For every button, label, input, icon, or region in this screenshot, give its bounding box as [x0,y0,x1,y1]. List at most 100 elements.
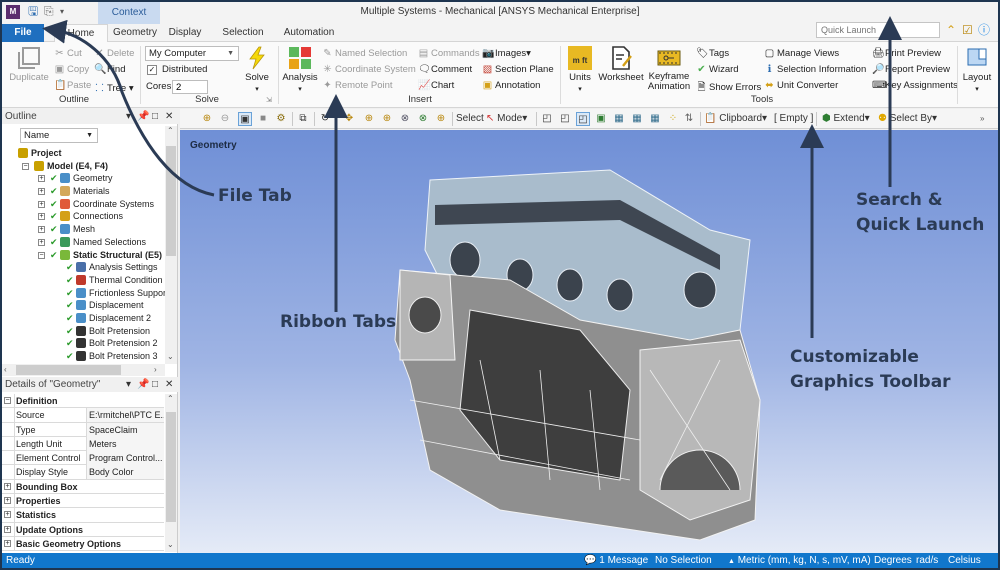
details-section-header[interactable]: + Properties [2,494,164,509]
select-element-face-icon[interactable]: ▦ [630,112,644,126]
section-plane-button[interactable]: ▧ Section Plane [482,64,554,75]
tree-item[interactable]: ✔ Analysis Settings [2,261,164,274]
expand-icon[interactable]: + [38,175,45,183]
tab-home[interactable]: Home [54,24,108,42]
tree-item[interactable]: + ✔ Mesh [2,223,164,236]
find-button[interactable]: 🔍Find [94,64,125,75]
scroll-right-icon[interactable]: › [154,365,157,374]
details-property-value[interactable]: SpaceClaim [86,422,164,437]
tree-item[interactable]: − Model (E4, F4) [2,160,164,173]
close-icon[interactable]: ✕ [165,109,173,124]
panel-menu-icon[interactable]: ▾ [126,377,131,392]
select-element-icon[interactable]: ▦ [648,112,662,126]
select-edge-icon[interactable]: ◰ [558,112,572,126]
solve-dialog-launcher-icon[interactable]: ⇲ [266,96,272,104]
details-property-row[interactable]: Source E:\rmitchel\PTC E... [2,408,164,423]
tree-item[interactable]: ✔ Bolt Pretension 3 [2,350,164,363]
expand-icon[interactable]: + [4,511,11,519]
close-icon[interactable]: ✕ [165,377,173,392]
toolbar-overflow-icon[interactable]: » [980,112,984,126]
named-selection-button[interactable]: ✎ Named Selection [322,48,407,59]
scrollbar-thumb[interactable] [166,412,176,522]
select-mode-dropdown[interactable]: ↖ Mode▾ [486,112,527,126]
commands-button[interactable]: ▤ Commands [418,48,480,59]
rotate-icon[interactable]: ↻ [318,112,332,126]
print-preview-button[interactable]: 🖨Print Preview [872,48,941,59]
tab-geometry[interactable]: Geometry [108,24,162,42]
expand-icon[interactable]: + [4,497,11,505]
details-property-value[interactable]: Program Control... [86,451,164,466]
tree-button[interactable]: ⸬ Tree ▾ [94,80,133,94]
angle-unit-button[interactable]: Degrees [874,553,912,568]
details-section-header[interactable]: + Update Options [2,522,164,537]
tree-item[interactable]: ✔ Bolt Pretension [2,325,164,338]
select-vertex-icon[interactable]: ◰ [540,112,554,126]
box-select-icon[interactable]: ⧉ [296,112,310,126]
units-button[interactable]: m ft Units ▾ [564,46,596,94]
duplicate-button[interactable]: Duplicate [6,46,52,83]
tab-automation[interactable]: Automation [278,24,340,42]
wireframe-display-icon[interactable]: ■ [256,112,270,126]
scroll-up-icon[interactable]: ⌃ [167,126,174,135]
fit-icon[interactable]: ⊕ [434,112,448,126]
tree-item[interactable]: ✔ Bolt Pretension 2 [2,337,164,350]
details-section-header[interactable]: + Statistics [2,508,164,523]
collapse-icon[interactable]: − [22,162,29,170]
zoom-to-fit-icon[interactable]: ⊕ [200,112,214,126]
expand-icon[interactable]: + [38,200,45,208]
shaded-display-icon[interactable]: ▣ [238,112,252,126]
layout-button[interactable]: Layout ▾ [960,46,994,94]
sort-icon[interactable]: ⇅ [682,112,696,126]
tab-file[interactable]: File [2,24,44,42]
details-section-header[interactable]: + Bounding Box [2,479,164,495]
scrollbar-thumb[interactable] [16,365,121,375]
collapse-icon[interactable]: − [4,397,11,404]
rotational-velocity-unit-button[interactable]: rad/s [916,553,938,568]
scrollbar-thumb[interactable] [166,146,176,256]
quick-launch-input[interactable] [816,22,940,38]
help-icon[interactable]: ⓘ [978,23,990,37]
expand-icon[interactable]: + [4,539,11,547]
expand-icon[interactable]: + [38,238,45,246]
selection-information-button[interactable]: ℹ Selection Information [764,64,867,75]
tree-item[interactable]: + ✔ Named Selections [2,236,164,249]
pin-icon[interactable]: 📌 [137,377,149,392]
details-section-header[interactable]: + Basic Geometry Options [2,536,164,552]
expand-icon[interactable]: + [38,188,45,196]
pan-icon[interactable]: ✥ [342,112,356,126]
wizard-button[interactable]: ✔ Wizard [696,64,738,75]
select-node-icon[interactable]: ▦ [612,112,626,126]
tree-item[interactable]: ✔ Displacement 2 [2,312,164,325]
select-point-icon[interactable]: ⁘ [666,112,680,126]
keyframe-animation-button[interactable]: Keyframe Animation [646,46,692,92]
scroll-left-icon[interactable]: ‹ [4,365,7,374]
chart-button[interactable]: 📈Chart [418,80,454,91]
zoom-selection-icon[interactable]: ⊗ [416,112,430,126]
details-property-row[interactable]: Type SpaceClaim [2,422,164,437]
comment-button[interactable]: 🗨Comment [418,64,472,75]
select-body-icon[interactable]: ▣ [594,112,608,126]
extend-dropdown[interactable]: ⬢ Extend▾ [822,112,870,126]
expand-icon[interactable]: + [4,482,11,490]
cut-button[interactable]: ✂ Cut [54,48,82,59]
scroll-up-icon[interactable]: ⌃ [167,394,174,403]
notes-icon[interactable]: ☑ [962,23,973,37]
remote-point-button[interactable]: ✦ Remote Point [322,80,392,91]
tab-selection[interactable]: Selection [214,24,272,42]
tree-item[interactable]: + ✔ Geometry [2,172,164,185]
tab-display[interactable]: Display [162,24,208,42]
unit-system-button[interactable]: ▲ Metric (mm, kg, N, s, mV, mA) [728,553,871,568]
copy-button[interactable]: ▣ Copy [54,64,89,75]
graphics-viewport[interactable]: Geometry File Tab Ribbon Tabs Search & Q… [180,130,998,553]
solve-target-dropdown[interactable]: My Computer ▼ [145,46,239,61]
annotation-button[interactable]: ▣ Annotation [482,80,541,91]
delete-button[interactable]: ✕ Delete [94,48,134,59]
distributed-checkbox[interactable]: ✓ [147,65,157,75]
solve-button[interactable]: Solve ▾ [242,46,272,94]
tree-item[interactable]: + ✔ Materials [2,185,164,198]
select-face-icon[interactable]: ◰ [576,112,590,126]
tree-item[interactable]: ✔ Thermal Condition [2,274,164,287]
report-preview-button[interactable]: 🔎Report Preview [872,64,950,75]
details-section-header[interactable]: − Definition [2,394,164,409]
tags-button[interactable]: 🏷Tags [696,48,729,59]
